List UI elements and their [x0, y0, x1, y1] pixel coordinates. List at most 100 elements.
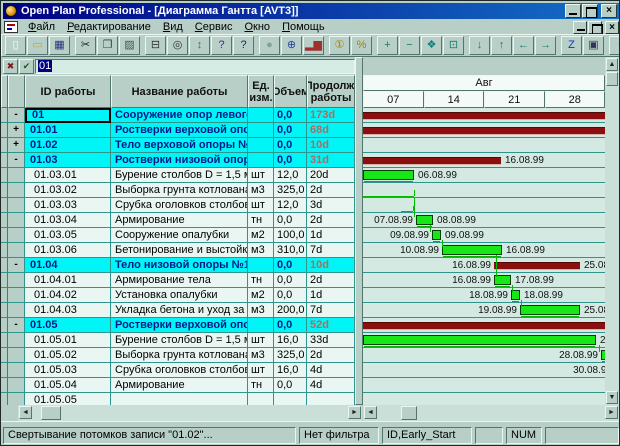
id-cell[interactable]: 01.01 — [25, 123, 111, 138]
id-cell[interactable]: 01.05.02 — [25, 348, 111, 363]
name-column-header[interactable]: Название работы — [111, 75, 248, 108]
id-cell[interactable]: 01.04 — [25, 258, 111, 273]
volume-cell[interactable]: 12,0 — [274, 168, 307, 183]
row-selector[interactable] — [1, 183, 8, 198]
id-cell[interactable]: 01.04.01 — [25, 273, 111, 288]
expand-toggle[interactable]: - — [8, 258, 25, 273]
scroll-right-button[interactable]: ► — [605, 406, 618, 419]
name-cell[interactable]: Тело низовой опоры №1 а/д моста — [111, 258, 248, 273]
name-cell[interactable]: Армирование — [111, 378, 248, 393]
timescale-button[interactable]: Z — [561, 36, 582, 55]
volume-cell[interactable]: 0,0 — [274, 108, 307, 123]
unit-cell[interactable]: тн — [248, 273, 274, 288]
table-row[interactable]: -01.03Ростверки низовой опоры №1 а/д м0,… — [1, 153, 355, 168]
node-button[interactable]: ⊡ — [443, 36, 464, 55]
row-selector[interactable] — [1, 288, 8, 303]
row-selector[interactable] — [1, 198, 8, 213]
row-selector[interactable] — [1, 273, 8, 288]
unit-cell[interactable]: тн — [248, 213, 274, 228]
unit-cell[interactable] — [248, 108, 274, 123]
context-help-button[interactable]: ? — [233, 36, 254, 55]
volume-cell[interactable]: 0,0 — [274, 213, 307, 228]
volume-cell[interactable]: 0,0 — [274, 318, 307, 333]
minimize-button[interactable] — [573, 21, 587, 34]
row-selector[interactable] — [1, 348, 8, 363]
unit-cell[interactable] — [248, 123, 274, 138]
volume-cell[interactable]: 0,0 — [274, 153, 307, 168]
duration-cell[interactable]: 3d — [307, 198, 355, 213]
unit-cell[interactable]: шт — [248, 168, 274, 183]
scroll-down-button[interactable]: ▼ — [606, 391, 618, 404]
cut-button[interactable]: ✂ — [75, 36, 96, 55]
close-button[interactable]: × — [605, 21, 619, 34]
duration-cell[interactable]: 2d — [307, 183, 355, 198]
row-selector[interactable] — [1, 138, 8, 153]
table-row[interactable]: 01.05.02Выборка грунта котлованам3325,02… — [1, 348, 355, 363]
volume-cell[interactable]: 325,0 — [274, 348, 307, 363]
volume-cell[interactable]: 0,0 — [274, 288, 307, 303]
id-cell[interactable]: 01.03.02 — [25, 183, 111, 198]
name-cell[interactable]: Бетонирование и выстойка бетона — [111, 243, 248, 258]
table-h-scrollbar[interactable]: ◄► — [18, 405, 362, 421]
name-cell[interactable]: Выборка грунта котлована — [111, 348, 248, 363]
table-row[interactable]: 01.04.01Армирование телатн0,02d — [1, 273, 355, 288]
unit-cell[interactable] — [248, 258, 274, 273]
row-selector[interactable] — [1, 213, 8, 228]
title-bar[interactable]: Open Plan Professional - [Диаграмма Гант… — [3, 3, 619, 19]
close-button[interactable]: × — [601, 4, 617, 18]
name-cell[interactable]: Укладка бетона и уход за ним — [111, 303, 248, 318]
duration-cell[interactable]: 68d — [307, 123, 355, 138]
expand-toggle[interactable]: - — [8, 108, 25, 123]
expand-toggle[interactable]: - — [8, 153, 25, 168]
save-button[interactable]: ▦ — [49, 36, 70, 55]
globe-button[interactable]: ⊕ — [281, 36, 302, 55]
id-cell[interactable]: 01.05.01 — [25, 333, 111, 348]
restore-button[interactable] — [582, 4, 598, 18]
task-bar[interactable] — [442, 245, 502, 255]
table-row[interactable]: -01Сооружение опор левого берега0,0173d — [1, 108, 355, 123]
id-cell[interactable]: 01.03 — [25, 153, 111, 168]
task-bar[interactable] — [520, 305, 580, 315]
move-left-button[interactable]: ← — [513, 36, 534, 55]
volume-cell[interactable]: 16,0 — [274, 363, 307, 378]
volume-cell[interactable] — [274, 393, 307, 405]
volume-cell[interactable]: 310,0 — [274, 243, 307, 258]
scroll-left-button[interactable]: ◄ — [19, 406, 32, 419]
expand-toggle[interactable]: - — [8, 318, 25, 333]
menu-item-редактирование[interactable]: Редактирование — [61, 21, 157, 33]
inline-id-editor[interactable]: 01 — [25, 108, 111, 123]
copy-button[interactable]: ❐ — [97, 36, 118, 55]
id-cell[interactable]: 01.03.03 — [25, 198, 111, 213]
duration-cell[interactable]: 173d — [307, 108, 355, 123]
row-selector[interactable] — [1, 228, 8, 243]
scroll-track[interactable] — [32, 406, 348, 420]
name-cell[interactable]: Армирование — [111, 213, 248, 228]
table-row[interactable]: 01.03.04Армированиетн0,02d — [1, 213, 355, 228]
unit-cell[interactable]: м3 — [248, 303, 274, 318]
row-selector[interactable] — [1, 108, 8, 123]
duration-cell[interactable]: 33d — [307, 333, 355, 348]
unit-column-header[interactable]: Ед. изм. — [248, 75, 274, 108]
chart-h-scrollbar[interactable]: ◄► — [363, 405, 619, 421]
name-cell[interactable]: Бурение столбов D = 1,5 м" — [111, 333, 248, 348]
volume-cell[interactable]: 0,0 — [274, 258, 307, 273]
pane-splitter[interactable] — [355, 57, 363, 405]
volume-cell[interactable]: 0,0 — [274, 273, 307, 288]
move-right-button[interactable]: → — [535, 36, 556, 55]
task-bar[interactable] — [416, 215, 433, 225]
duration-cell[interactable]: 2d — [307, 273, 355, 288]
unit-cell[interactable] — [248, 138, 274, 153]
table-row[interactable]: 01.05.01Бурение столбов D = 1,5 м"шт16,0… — [1, 333, 355, 348]
name-cell[interactable]: Сооружение опалубки — [111, 228, 248, 243]
table-row[interactable]: 01.04.03Укладка бетона и уход за нимм320… — [1, 303, 355, 318]
scroll-thumb[interactable] — [401, 406, 417, 420]
name-cell[interactable]: Ростверки верховой опоры №1 а/д — [111, 123, 248, 138]
restore-button[interactable] — [588, 21, 602, 34]
row-selector[interactable] — [1, 258, 8, 273]
summary-bar[interactable] — [363, 322, 605, 330]
display-button[interactable]: ▣ — [583, 36, 604, 55]
menu-item-сервис[interactable]: Сервис — [189, 21, 239, 33]
volume-cell[interactable]: 325,0 — [274, 183, 307, 198]
unit-cell[interactable]: м3 — [248, 243, 274, 258]
name-cell[interactable]: Установка опалубки — [111, 288, 248, 303]
